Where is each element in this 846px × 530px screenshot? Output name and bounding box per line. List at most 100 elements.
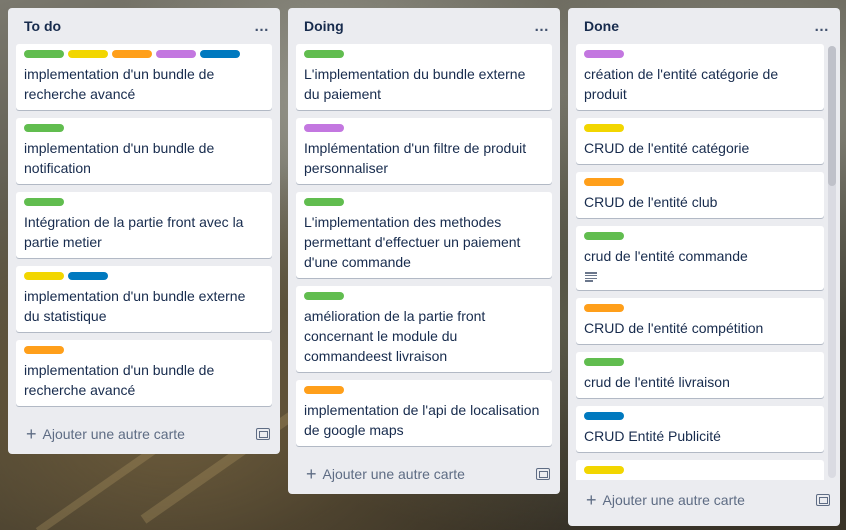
card[interactable]: implementation d'un bundle de recherche … bbox=[16, 340, 272, 406]
card[interactable]: Implémentation d'un filtre de produit pe… bbox=[296, 118, 552, 184]
card[interactable]: création de l'entité catégorie de produi… bbox=[576, 44, 824, 110]
card[interactable]: implementation d'un bundle de recherche … bbox=[16, 44, 272, 110]
label-yellow[interactable] bbox=[584, 466, 624, 474]
label-orange[interactable] bbox=[24, 346, 64, 354]
add-card-button[interactable]: + Ajouter une autre carte bbox=[306, 465, 465, 483]
label-purple[interactable] bbox=[304, 124, 344, 132]
label-green[interactable] bbox=[304, 292, 344, 300]
card-title: implementation d'un bundle de recherche … bbox=[24, 362, 215, 398]
more-icon[interactable]: … bbox=[814, 18, 830, 35]
card[interactable]: CRUD de l'entité reclamation bbox=[576, 460, 824, 480]
add-card-button[interactable]: + Ajouter une autre carte bbox=[586, 491, 745, 509]
plus-icon: + bbox=[26, 424, 37, 444]
card[interactable]: implementation d'un bundle de notificati… bbox=[16, 118, 272, 184]
card-labels bbox=[584, 50, 816, 58]
label-orange[interactable] bbox=[112, 50, 152, 58]
card-template-icon[interactable] bbox=[536, 468, 550, 480]
card-labels bbox=[304, 50, 544, 58]
card[interactable]: implementation d'un bundle externe du st… bbox=[16, 266, 272, 332]
list-done: Done … création de l'entité catégorie de… bbox=[568, 8, 840, 526]
label-purple[interactable] bbox=[156, 50, 196, 58]
card-title: crud de l'entité livraison bbox=[584, 374, 730, 390]
list-doing: Doing … L'implementation du bundle exter… bbox=[288, 8, 560, 494]
list-title[interactable]: Done bbox=[584, 18, 619, 34]
label-orange[interactable] bbox=[304, 386, 344, 394]
card[interactable]: L'implementation des methodes permettant… bbox=[296, 192, 552, 278]
label-green[interactable] bbox=[24, 124, 64, 132]
card-template-icon[interactable] bbox=[816, 494, 830, 506]
card-labels bbox=[584, 232, 816, 240]
label-green[interactable] bbox=[584, 358, 624, 366]
card-labels bbox=[584, 124, 816, 132]
card-title: CRUD Entité Publicité bbox=[584, 428, 721, 444]
list-to-do: To do … implementation d'un bundle de re… bbox=[8, 8, 280, 454]
card-labels bbox=[584, 466, 816, 474]
card-labels bbox=[584, 358, 816, 366]
card-container: création de l'entité catégorie de produi… bbox=[568, 44, 840, 480]
label-orange[interactable] bbox=[584, 178, 624, 186]
add-card-label: Ajouter une autre carte bbox=[322, 466, 465, 482]
card-template-icon[interactable] bbox=[256, 428, 270, 440]
card-title: Implémentation d'un filtre de produit pe… bbox=[304, 140, 527, 176]
card-labels bbox=[24, 272, 264, 280]
label-green[interactable] bbox=[24, 198, 64, 206]
card-title: CRUD de l'entité compétition bbox=[584, 320, 764, 336]
card-labels bbox=[304, 386, 544, 394]
card-title: création de l'entité catégorie de produi… bbox=[584, 66, 779, 102]
label-blue[interactable] bbox=[584, 412, 624, 420]
card[interactable]: Intégration de la partie front avec la p… bbox=[16, 192, 272, 258]
label-green[interactable] bbox=[304, 198, 344, 206]
card-labels bbox=[584, 304, 816, 312]
label-green[interactable] bbox=[584, 232, 624, 240]
card-labels bbox=[304, 198, 544, 206]
label-orange[interactable] bbox=[584, 304, 624, 312]
more-icon[interactable]: … bbox=[534, 18, 550, 35]
description-icon bbox=[584, 270, 598, 284]
add-card-label: Ajouter une autre carte bbox=[42, 426, 185, 442]
card-labels bbox=[304, 124, 544, 132]
card-title: implementation d'un bundle de notificati… bbox=[24, 140, 215, 176]
label-green[interactable] bbox=[304, 50, 344, 58]
card-title: implementation d'un bundle externe du st… bbox=[24, 288, 246, 324]
card-container: L'implementation du bundle externe du pa… bbox=[288, 44, 560, 454]
card-title: L'implementation des methodes permettant… bbox=[304, 214, 521, 270]
list-title[interactable]: Doing bbox=[304, 18, 344, 34]
label-yellow[interactable] bbox=[68, 50, 108, 58]
list-title[interactable]: To do bbox=[24, 18, 61, 34]
add-card-button[interactable]: + Ajouter une autre carte bbox=[26, 425, 185, 443]
label-yellow[interactable] bbox=[584, 124, 624, 132]
card-labels bbox=[584, 412, 816, 420]
card-title: implementation de l'api de localisation … bbox=[304, 402, 540, 438]
card[interactable]: CRUD de l'entité compétition bbox=[576, 298, 824, 344]
plus-icon: + bbox=[586, 490, 597, 510]
card[interactable]: CRUD de l'entité catégorie bbox=[576, 118, 824, 164]
card-labels bbox=[24, 346, 264, 354]
card[interactable]: amélioration de la partie front concerna… bbox=[296, 286, 552, 372]
list-footer: + Ajouter une autre carte bbox=[288, 454, 560, 494]
label-yellow[interactable] bbox=[24, 272, 64, 280]
card-labels bbox=[24, 50, 264, 58]
add-card-label: Ajouter une autre carte bbox=[602, 492, 745, 508]
label-green[interactable] bbox=[24, 50, 64, 58]
list-header: Doing … bbox=[288, 8, 560, 44]
more-icon[interactable]: … bbox=[254, 18, 270, 35]
card-title: implementation d'un bundle de recherche … bbox=[24, 66, 215, 102]
scrollbar[interactable] bbox=[828, 46, 836, 478]
card[interactable]: crud de l'entité livraison bbox=[576, 352, 824, 398]
label-purple[interactable] bbox=[584, 50, 624, 58]
card[interactable]: crud de l'entité commande bbox=[576, 226, 824, 290]
card-labels bbox=[24, 198, 264, 206]
card[interactable]: CRUD Entité Publicité bbox=[576, 406, 824, 452]
list-footer: + Ajouter une autre carte bbox=[568, 480, 840, 520]
card-labels bbox=[304, 292, 544, 300]
card[interactable]: L'implementation du bundle externe du pa… bbox=[296, 44, 552, 110]
card-title: amélioration de la partie front concerna… bbox=[304, 308, 486, 364]
list-header: To do … bbox=[8, 8, 280, 44]
card[interactable]: implementation de l'api de localisation … bbox=[296, 380, 552, 446]
scroll-thumb[interactable] bbox=[828, 46, 836, 186]
label-blue[interactable] bbox=[68, 272, 108, 280]
card-title: CRUD de l'entité club bbox=[584, 194, 718, 210]
list-footer: + Ajouter une autre carte bbox=[8, 414, 280, 454]
card[interactable]: CRUD de l'entité club bbox=[576, 172, 824, 218]
label-blue[interactable] bbox=[200, 50, 240, 58]
